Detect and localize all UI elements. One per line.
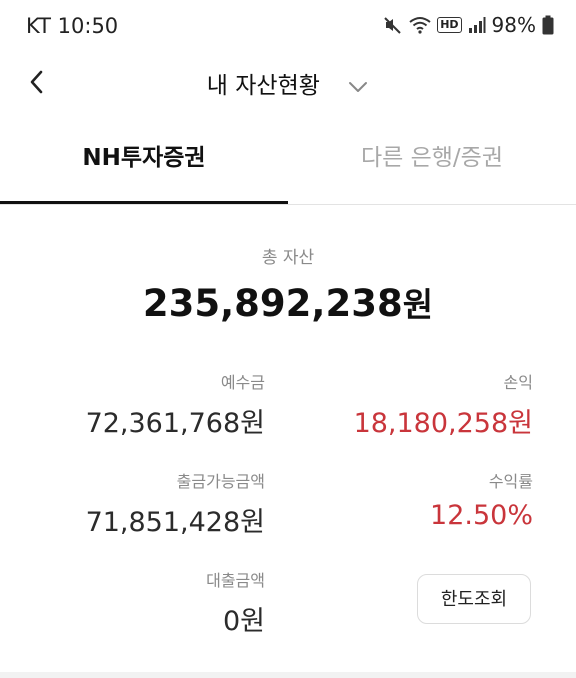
deposit-label: 예수금	[220, 373, 265, 392]
withdrawable-value: 71,851,428원	[85, 507, 265, 538]
tab-label: 다른 은행/증권	[360, 145, 504, 171]
profit-cell: 손익 18,180,258원	[354, 369, 533, 440]
withdrawable-label: 출금가능금액	[176, 472, 265, 491]
mute-icon	[383, 15, 403, 35]
total-assets-unit: 원	[402, 285, 434, 324]
active-tab-indicator	[0, 200, 288, 204]
status-bar: KT 10:50 HD 98%	[0, 0, 576, 54]
tab-nh-securities[interactable]: NH투자증권	[0, 124, 288, 204]
wifi-icon	[409, 16, 431, 34]
total-assets-amount: 235,892,238	[142, 282, 403, 325]
battery-level: 98%	[491, 13, 536, 37]
total-assets-value: 235,892,238원	[0, 278, 576, 326]
account-tabs: NH투자증권 다른 은행/증권	[0, 124, 576, 205]
tab-other-banks[interactable]: 다른 은행/증권	[288, 124, 576, 202]
page-title: 내 자산현황	[206, 73, 320, 99]
return-rate-label: 수익률	[488, 472, 533, 491]
withdrawable-cell: 출금가능금액 71,851,428원	[86, 468, 265, 539]
status-time: KT 10:50	[26, 14, 119, 38]
deposit-value: 72,361,768원	[85, 408, 265, 439]
deposit-cell: 예수금 72,361,768원	[86, 369, 265, 440]
return-rate-cell: 수익률 12.50%	[430, 468, 533, 531]
return-rate-value: 12.50%	[430, 500, 533, 531]
status-icons: HD 98%	[383, 13, 554, 37]
chevron-down-icon	[347, 74, 369, 100]
loan-value: 0원	[222, 606, 265, 637]
tab-label: NH투자증권	[82, 145, 206, 171]
loan-label: 대출금액	[206, 571, 265, 590]
loan-cell: 대출금액 0원	[206, 567, 265, 638]
battery-icon	[542, 15, 554, 35]
hd-badge: HD	[437, 17, 462, 33]
profit-value: 18,180,258원	[353, 408, 533, 439]
profit-label: 손익	[503, 373, 533, 392]
signal-icon	[468, 16, 486, 34]
page-title-dropdown[interactable]: 내 자산현황	[0, 66, 576, 100]
limit-inquiry-button[interactable]: 한도조회	[417, 574, 531, 624]
total-assets-label: 총 자산	[261, 248, 315, 268]
header: 내 자산현황	[0, 54, 576, 110]
section-divider	[0, 672, 576, 678]
